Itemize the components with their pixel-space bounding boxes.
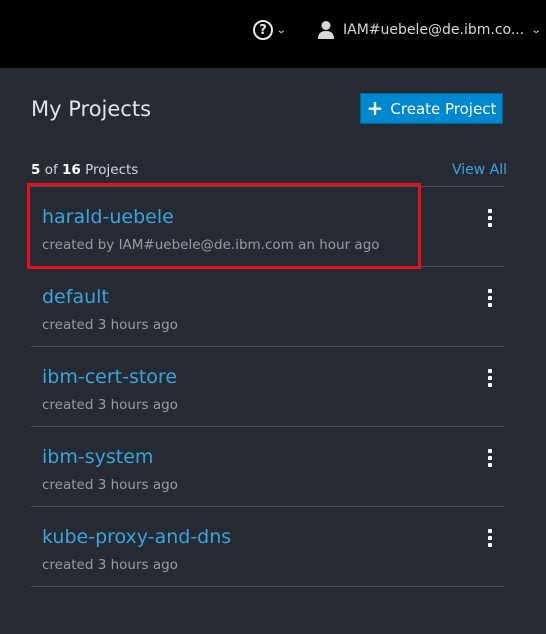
- user-menu[interactable]: IAM#uebele@de.ibm.co... ⌄: [317, 20, 542, 40]
- question-circle-icon[interactable]: ?: [253, 20, 273, 40]
- project-link[interactable]: ibm-cert-store: [42, 366, 177, 388]
- masthead: ? ⌄ IAM#uebele@de.ibm.co... ⌄: [0, 0, 546, 68]
- project-link[interactable]: kube-proxy-and-dns: [42, 526, 231, 548]
- count-shown: 5: [31, 162, 41, 178]
- project-list: harald-uebele created by IAM#uebele@de.i…: [31, 186, 504, 587]
- kebab-menu-icon[interactable]: [486, 209, 494, 227]
- count-total: 16: [62, 162, 81, 178]
- view-all-link[interactable]: View All: [452, 162, 507, 178]
- project-count: 5 of 16 Projects: [31, 162, 138, 178]
- project-link[interactable]: ibm-system: [42, 446, 153, 468]
- project-meta: created 3 hours ago: [42, 317, 178, 333]
- create-project-button[interactable]: + Create Project: [360, 93, 503, 124]
- count-of: of: [44, 162, 58, 178]
- kebab-menu-icon[interactable]: [486, 369, 494, 387]
- kebab-menu-icon[interactable]: [486, 289, 494, 307]
- create-project-label: Create Project: [390, 99, 497, 118]
- kebab-menu-icon[interactable]: [486, 529, 494, 547]
- project-meta: created by IAM#uebele@de.ibm.com an hour…: [42, 237, 380, 253]
- project-meta: created 3 hours ago: [42, 477, 178, 493]
- project-meta: created 3 hours ago: [42, 557, 178, 573]
- project-link[interactable]: default: [42, 286, 109, 308]
- project-link[interactable]: harald-uebele: [42, 206, 174, 228]
- help-menu[interactable]: ? ⌄: [253, 20, 287, 40]
- page-title: My Projects: [31, 97, 152, 121]
- chevron-down-icon: ⌄: [530, 24, 542, 36]
- kebab-menu-icon[interactable]: [486, 449, 494, 467]
- project-meta: created 3 hours ago: [42, 397, 178, 413]
- list-item: default created 3 hours ago: [31, 267, 504, 347]
- list-item: ibm-cert-store created 3 hours ago: [31, 347, 504, 427]
- plus-icon: +: [366, 95, 384, 120]
- list-item: kube-proxy-and-dns created 3 hours ago: [31, 507, 504, 587]
- list-item: ibm-system created 3 hours ago: [31, 427, 504, 507]
- chevron-down-icon: ⌄: [275, 24, 287, 36]
- count-suffix: Projects: [85, 162, 139, 178]
- user-icon: [318, 21, 334, 39]
- user-name: IAM#uebele@de.ibm.co...: [343, 22, 525, 38]
- list-item: harald-uebele created by IAM#uebele@de.i…: [31, 187, 504, 267]
